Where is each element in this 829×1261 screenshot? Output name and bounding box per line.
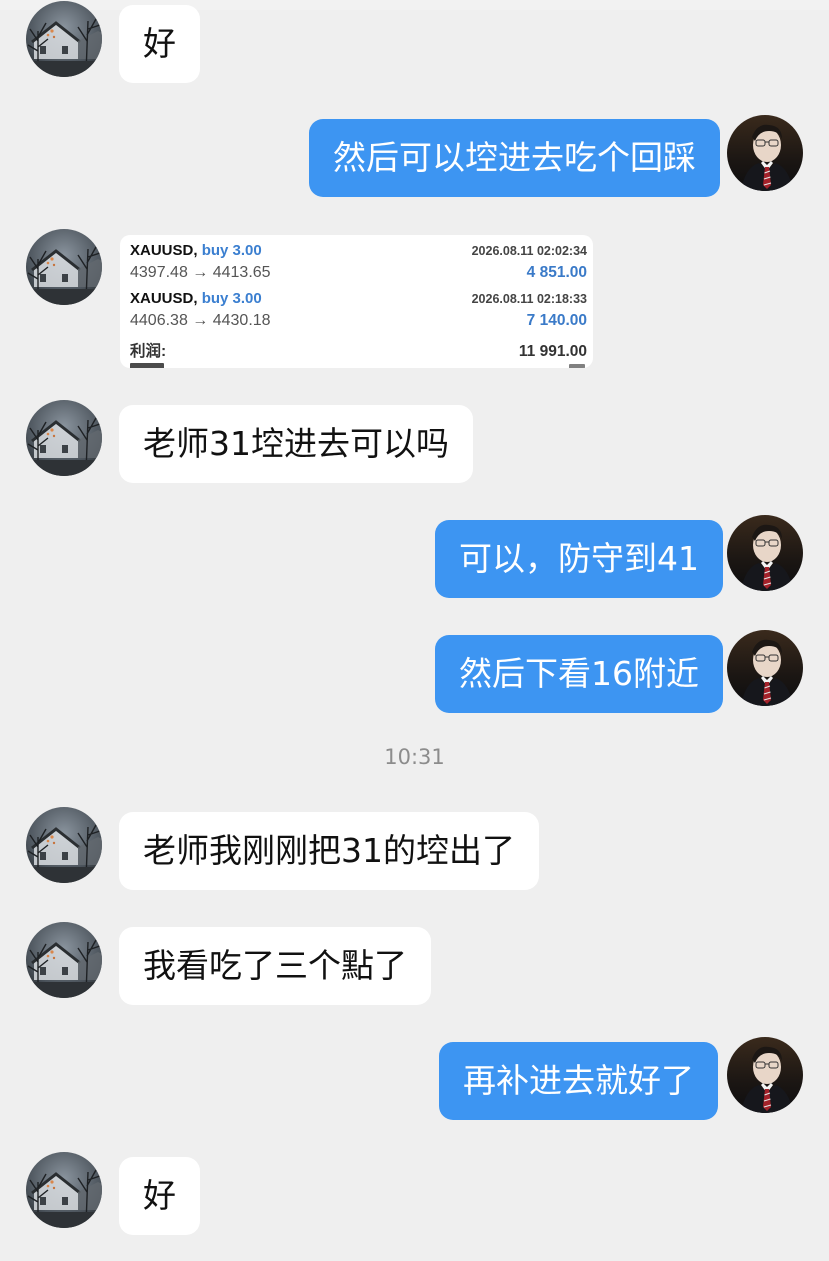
trade-total-row: 利润: 11 991.00 [130, 342, 587, 362]
contact-avatar[interactable] [26, 400, 102, 476]
message-bubble-outgoing[interactable]: 然后下看16附近 [435, 635, 723, 713]
message-bubble-incoming[interactable]: 我看吃了三个點了 [119, 927, 431, 1005]
cropped-row-fragment [569, 364, 585, 368]
house-night-avatar-icon [26, 400, 102, 476]
man-in-suit-avatar-icon [727, 1037, 803, 1113]
trade-datetime: 2026.08.11 02:18:33 [471, 292, 587, 306]
trade-profit: 7 140.00 [526, 312, 587, 329]
house-night-avatar-icon [26, 229, 102, 305]
message-bubble-outgoing[interactable]: 再补进去就好了 [439, 1042, 718, 1120]
trade-prices: 4397.48 → 4413.65 [130, 264, 271, 281]
trade-datetime: 2026.08.11 02:02:34 [471, 244, 587, 258]
message-bubble-incoming[interactable]: 老师31埪进去可以吗 [119, 405, 473, 483]
man-in-suit-avatar-icon [727, 115, 803, 191]
trade-total-value: 11 991.00 [518, 343, 587, 360]
trade-screenshot-card[interactable]: XAUUSD, buy 3.00 2026.08.11 02:02:34 439… [120, 235, 593, 368]
trade-prices: 4406.38 → 4430.18 [130, 312, 271, 329]
trade-row-2-header: XAUUSD, buy 3.00 2026.08.11 02:18:33 [130, 289, 587, 309]
contact-avatar[interactable] [26, 807, 102, 883]
own-avatar[interactable] [727, 115, 803, 191]
house-night-avatar-icon [26, 922, 102, 998]
message-bubble-incoming[interactable]: 好 [119, 1157, 200, 1235]
trade-row-1-detail: 4397.48 → 4413.65 4 851.00 [130, 263, 587, 283]
message-bubble-incoming[interactable]: 老师我刚刚把31的埪出了 [119, 812, 539, 890]
own-avatar[interactable] [727, 630, 803, 706]
man-in-suit-avatar-icon [727, 515, 803, 591]
house-night-avatar-icon [26, 807, 102, 883]
man-in-suit-avatar-icon [727, 630, 803, 706]
trade-symbol: XAUUSD, [130, 242, 198, 259]
own-avatar[interactable] [727, 515, 803, 591]
trade-symbol: XAUUSD, [130, 290, 198, 307]
contact-avatar[interactable] [26, 922, 102, 998]
contact-avatar[interactable] [26, 1152, 102, 1228]
message-bubble-incoming[interactable]: 好 [119, 5, 200, 83]
trade-action: buy 3.00 [201, 242, 262, 259]
chat-timestamp: 10:31 [384, 745, 445, 769]
trade-profit: 4 851.00 [526, 264, 587, 281]
trade-row-1-header: XAUUSD, buy 3.00 2026.08.11 02:02:34 [130, 241, 587, 261]
message-bubble-outgoing[interactable]: 然后可以埪进去吃个回踩 [309, 119, 720, 197]
trade-total-label: 利润: [130, 343, 167, 360]
house-night-avatar-icon [26, 1152, 102, 1228]
contact-avatar[interactable] [26, 229, 102, 305]
own-avatar[interactable] [727, 1037, 803, 1113]
trade-row-2-detail: 4406.38 → 4430.18 7 140.00 [130, 311, 587, 331]
message-bubble-outgoing[interactable]: 可以，防守到41 [435, 520, 723, 598]
trade-action: buy 3.00 [201, 290, 262, 307]
cropped-row-fragment [130, 363, 164, 368]
contact-avatar[interactable] [26, 1, 102, 77]
house-night-avatar-icon [26, 1, 102, 77]
